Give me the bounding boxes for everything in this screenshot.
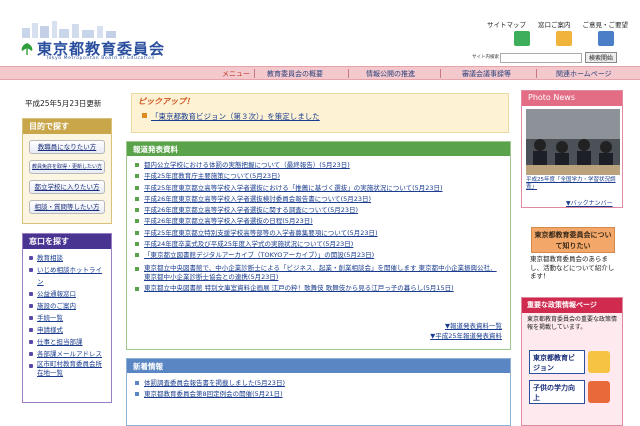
list-item[interactable]: 平成25年度東京都立特別支援学校高等部等の入学者募集要項について(5月23日) [135, 228, 502, 239]
list-item[interactable]: 平成26年度東京都立高等学校入学者選抜に関する調査について(5月23日) [135, 205, 502, 216]
list-item[interactable]: 「東京都立図書館デジタルアーカイブ（TOKYOアーカイブ）」の開設(5月23日) [135, 250, 502, 261]
whats-new-panel: 新着情報 体罰調査委員会報告書を掲載しました(5月23日) 東京都教育委員会第8… [126, 358, 511, 426]
about-board-text: 東京都教育委員会のあらまし、活動などについて紹介します！ [530, 255, 615, 280]
square-bullet-icon [142, 113, 147, 118]
policy-panel: 重要な政策情報ページ 東京都教育委員会の重要な政策情報を掲載しています。 東京都… [521, 297, 623, 426]
purpose-button-consultation[interactable]: 相談・質問等したい方 [29, 200, 105, 214]
search-by-purpose-panel: 目的で探す 教職員になりたい方 教員免許を取得・更新したい方 都立学校に入りたい… [22, 118, 112, 224]
photo-news-panel: Photo News 平成25年度「全国学力・学習状況調査」 [521, 90, 623, 208]
search-label: サイト内検索 [472, 55, 499, 60]
feedback-icon[interactable] [598, 31, 614, 46]
education-vision-icon [588, 351, 610, 373]
pickup-link[interactable]: 「東京都教育ビジョン（第３次）」を策定しました [151, 112, 320, 121]
list-item[interactable]: 施設のご案内 [27, 300, 107, 312]
utility-links: サイトマップ 窓口ご案内 ご意見・ご要望 [487, 19, 628, 29]
global-nav: メニュー 教育委員会の概要 情報公開の推進 審議会議事録等 関連ホームページ [0, 66, 640, 80]
press-more-links: ▼報道発表資料一覧 ▼平成25年報道発表資料 [430, 321, 502, 341]
press-panel-title: 報道発表資料 [127, 142, 510, 156]
backnumber-link[interactable]: ▼バックナンバー [566, 198, 613, 207]
contact-window-icon[interactable] [556, 31, 572, 46]
list-item[interactable]: 都内公立学校における体罰の実態把握について（最終報告）(5月23日) [135, 160, 502, 171]
site-search: 検索開始 [500, 52, 618, 63]
nav-divider [440, 69, 441, 78]
academic-ability-button[interactable]: 子供の学力向上 [529, 380, 585, 404]
list-item[interactable]: 体罰調査委員会報告書を掲載しました(5月23日) [135, 378, 502, 389]
photo-news-image[interactable] [526, 109, 620, 175]
search-button[interactable]: 検索開始 [585, 52, 618, 63]
classroom-photo [526, 109, 620, 175]
nav-divider [254, 69, 255, 78]
list-item[interactable]: 仕事と担当部課 [27, 336, 107, 348]
list-item[interactable]: 平成24年度卒業式及び平成25年度入学式の実施状況について(5月23日) [135, 239, 502, 250]
list-item[interactable]: 公益通報窓口 [27, 288, 107, 300]
last-updated: 平成25年5月23日更新 [25, 99, 102, 108]
education-vision-button[interactable]: 東京都教育ビジョン [529, 350, 585, 374]
list-item[interactable]: 平成25年度教育庁主要施策について(5月23日) [135, 171, 502, 182]
policy-description: 東京都教育委員会の重要な政策情報を掲載しています。 [527, 316, 618, 331]
academic-ability-icon [588, 381, 610, 403]
list-item[interactable]: 平成25年度東京都立高等学校入学者選抜における「推薦に基づく選抜」の実施状況につ… [135, 183, 502, 194]
list-item[interactable]: 東京都立中央図書館 特別文庫室資料企画展 江戸の粋！歌舞伎 歌舞伎から見る江戸っ… [135, 284, 502, 293]
site-header: 東京都教育委員会 Tokyo Metropolitan Board of Edu… [0, 0, 640, 66]
purpose-button-become-teacher[interactable]: 教職員になりたい方 [29, 140, 105, 154]
purpose-button-enter-school[interactable]: 都立学校に入りたい方 [29, 180, 105, 194]
news-panel-title: 新着情報 [127, 359, 510, 373]
ginkgo-leaf-icon [21, 43, 33, 55]
nav-menu[interactable]: メニュー [222, 69, 250, 79]
window-panel-title: 窓口を探す [23, 234, 111, 249]
list-item[interactable]: 平成26年度東京都立高等学校入学者選抜の日程(5月23日) [135, 216, 502, 227]
contact-window-link[interactable]: 窓口ご案内 [538, 19, 571, 29]
logo-subtitle: Tokyo Metropolitan Board of Education [46, 56, 155, 61]
pickup-panel: ピックアップ！ 「東京都教育ビジョン（第３次）」を策定しました [131, 93, 509, 133]
list-item[interactable]: 東京都立中央図書館で、中小企業診断士による「ビジネス、起業・創業相談会」を開催し… [135, 264, 502, 282]
news-list: 体罰調査委員会報告書を掲載しました(5月23日) 東京都教育委員会第8回定例会の… [127, 373, 510, 405]
photo-news-title: Photo News [522, 91, 622, 106]
nav-divider [348, 69, 349, 78]
press-release-index-link[interactable]: ▼報道発表資料一覧 [430, 321, 502, 331]
nav-council-minutes[interactable]: 審議会議事録等 [462, 69, 511, 79]
search-input[interactable] [500, 52, 582, 63]
window-link-list: 教育相談 いじめ相談ホットライン 公益通報窓口 施設のご案内 手続一覧 申請様式… [23, 249, 111, 381]
list-item[interactable]: 東京都教育委員会第8回定例会の開催(5月21日) [135, 389, 502, 400]
purpose-button-teacher-license[interactable]: 教員免許を取得・更新したい方 [29, 160, 105, 174]
nav-board-overview[interactable]: 教育委員会の概要 [267, 69, 323, 79]
nav-divider [536, 69, 537, 78]
press-release-2013-link[interactable]: ▼平成25年報道発表資料 [430, 331, 502, 341]
feedback-link[interactable]: ご意見・ご要望 [583, 19, 629, 29]
list-item[interactable]: 各部課メールアドレス [27, 348, 107, 360]
nav-info-disclosure[interactable]: 情報公開の推進 [366, 69, 415, 79]
photo-news-caption[interactable]: 平成25年度「全国学力・学習状況調査」 [522, 175, 622, 193]
sitemap-link[interactable]: サイトマップ [487, 19, 526, 29]
list-item[interactable]: 区市町村教育委員会所在地一覧 [27, 360, 107, 378]
city-skyline-illustration [22, 21, 116, 38]
nav-related-sites[interactable]: 関連ホームページ [556, 69, 612, 79]
purpose-panel-title: 目的で探す [23, 119, 111, 134]
list-item[interactable]: 手続一覧 [27, 312, 107, 324]
list-item[interactable]: いじめ相談ホットライン [27, 264, 107, 288]
pickup-item: 「東京都教育ビジョン（第３次）」を策定しました [142, 111, 320, 122]
find-window-panel: 窓口を探す 教育相談 いじめ相談ホットライン 公益通報窓口 施設のご案内 手続一… [22, 233, 112, 403]
list-item[interactable]: 平成26年度東京都立高等学校入学者選抜検討委員会報告書について(5月23日) [135, 194, 502, 205]
utility-icons [514, 31, 614, 46]
about-board-banner[interactable]: 東京都教育委員会について知りたい [531, 227, 615, 253]
pickup-title: ピックアップ！ [138, 97, 194, 106]
list-item[interactable]: 教育相談 [27, 252, 107, 264]
sitemap-icon[interactable] [514, 31, 530, 46]
list-item[interactable]: 申請様式 [27, 324, 107, 336]
policy-panel-title: 重要な政策情報ページ [522, 298, 622, 313]
press-release-panel: 報道発表資料 都内公立学校における体罰の実態把握について（最終報告）(5月23日… [126, 141, 511, 350]
press-release-list: 都内公立学校における体罰の実態把握について（最終報告）(5月23日) 平成25年… [127, 156, 510, 293]
